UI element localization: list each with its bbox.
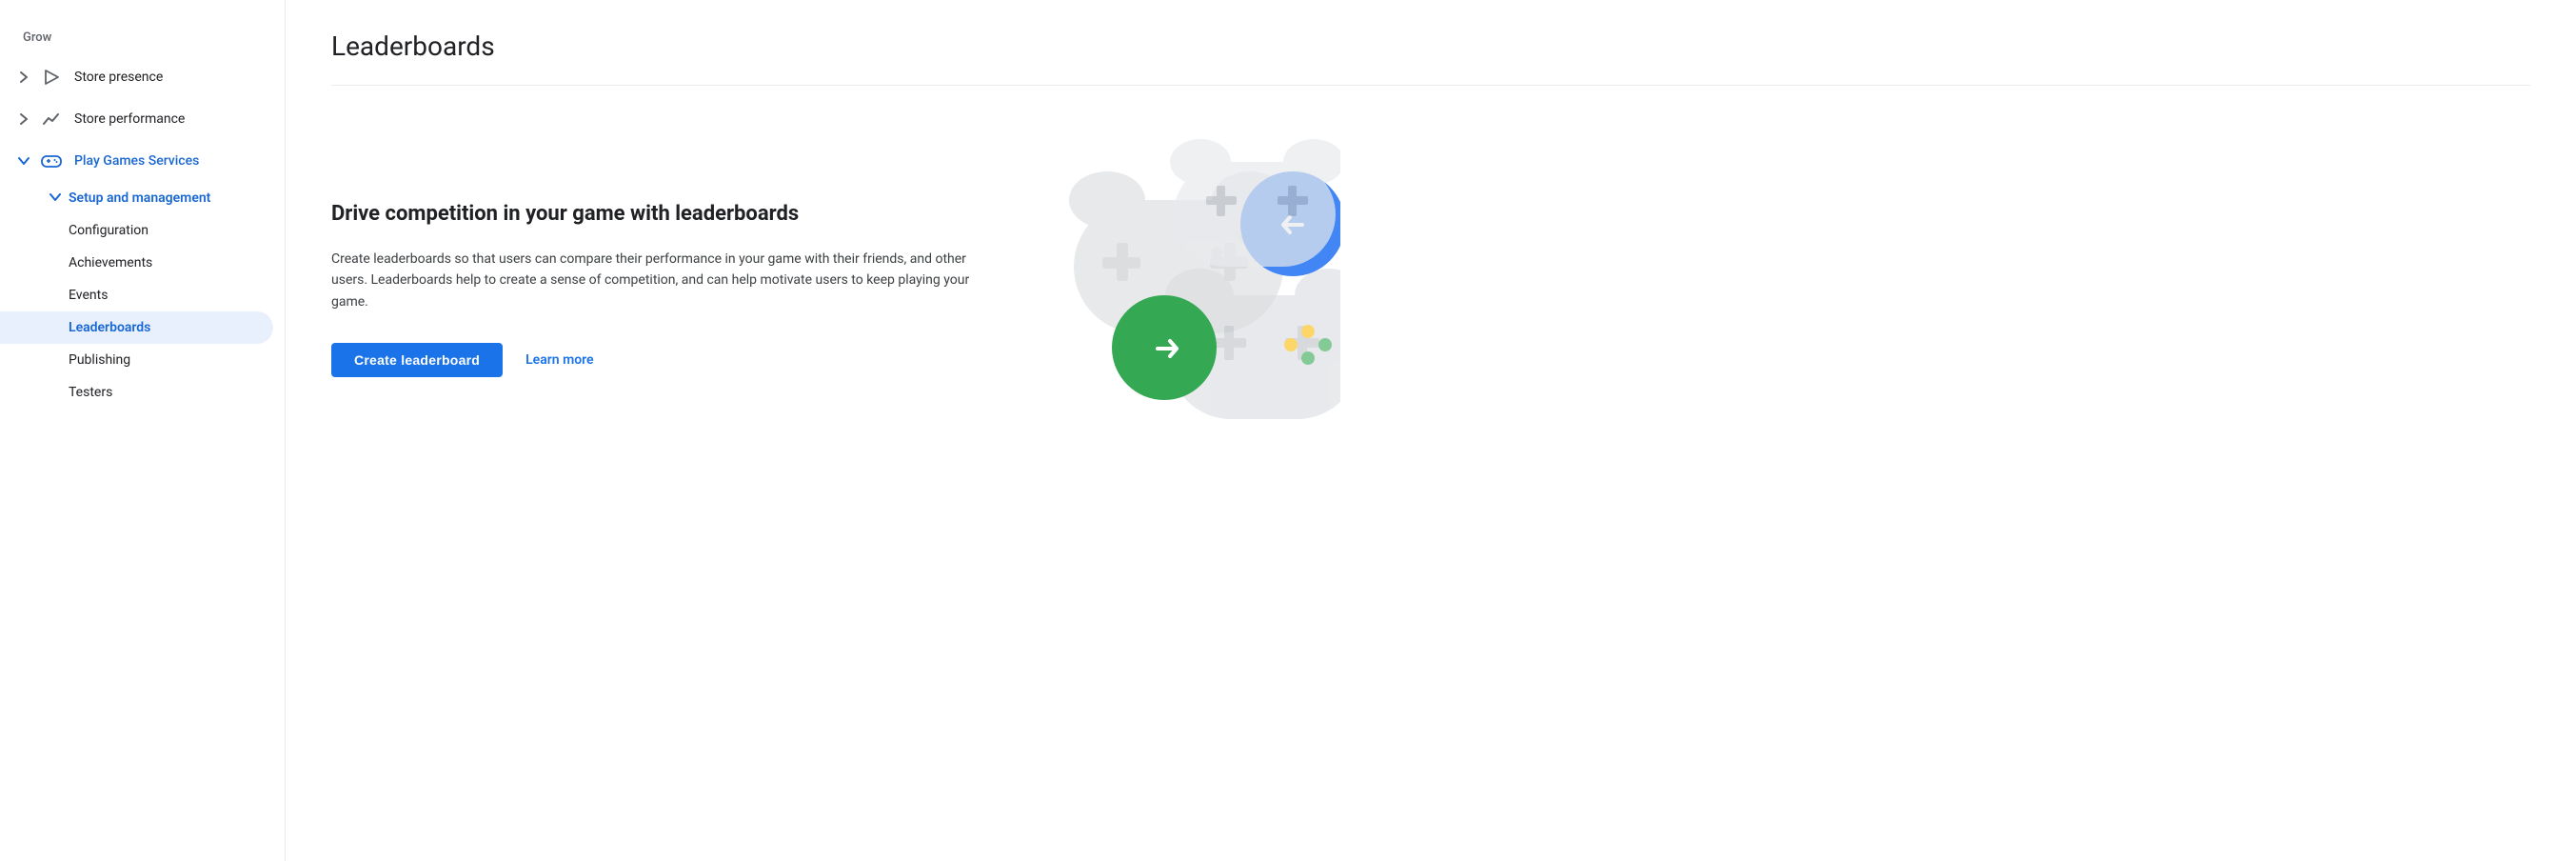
publishing-label: Publishing xyxy=(69,352,130,368)
page-title: Leaderboards xyxy=(331,30,2530,62)
configuration-label: Configuration xyxy=(69,223,149,238)
events-label: Events xyxy=(69,288,108,303)
sidebar-item-label-store-presence: Store presence xyxy=(74,70,163,85)
create-leaderboard-button[interactable]: Create leaderboard xyxy=(331,343,503,377)
sidebar-item-label-play-games: Play Games Services xyxy=(74,153,199,169)
sidebar-sub-sub-item-publishing[interactable]: Publishing xyxy=(0,344,273,376)
achievements-label: Achievements xyxy=(69,255,152,270)
testers-label: Testers xyxy=(69,385,112,400)
game-illustration xyxy=(1017,124,1340,448)
sidebar-sub-sub-item-configuration[interactable]: Configuration xyxy=(0,214,273,247)
illustration-svg xyxy=(1017,124,1340,448)
sidebar-sub-item-label: Setup and management xyxy=(69,190,210,206)
sidebar-section-label: Grow xyxy=(0,23,285,56)
sidebar-item-play-games-services[interactable]: Play Games Services xyxy=(0,140,273,182)
sidebar-sub-sub-item-events[interactable]: Events xyxy=(0,279,273,311)
text-section: Drive competition in your game with lead… xyxy=(331,124,979,377)
chevron-right-icon xyxy=(15,69,32,86)
play-triangle-icon xyxy=(40,66,63,89)
actions-bar: Create leaderboard Learn more xyxy=(331,343,979,377)
sidebar-item-label-store-performance: Store performance xyxy=(74,111,185,127)
section-heading: Drive competition in your game with lead… xyxy=(331,200,979,230)
sidebar-sub-item-setup-management[interactable]: Setup and management xyxy=(0,182,273,214)
sidebar-sub-sub-item-achievements[interactable]: Achievements xyxy=(0,247,273,279)
trend-icon xyxy=(40,108,63,130)
sidebar-item-store-performance[interactable]: Store performance xyxy=(0,98,273,140)
section-description: Create leaderboards so that users can co… xyxy=(331,249,979,312)
sidebar-sub-sub-item-testers[interactable]: Testers xyxy=(0,376,273,409)
sidebar-sub-sub-item-leaderboards[interactable]: Leaderboards xyxy=(0,311,273,344)
chevron-down-icon-setup xyxy=(50,190,61,206)
content-area: Drive competition in your game with lead… xyxy=(331,124,2530,448)
leaderboards-label: Leaderboards xyxy=(69,320,150,335)
chevron-down-icon xyxy=(15,152,32,170)
main-content: Leaderboards Drive competition in your g… xyxy=(286,0,2576,861)
gamepad-icon xyxy=(40,150,63,172)
sidebar: Grow Store presence Store performance xyxy=(0,0,286,861)
learn-more-link[interactable]: Learn more xyxy=(525,352,593,368)
sidebar-item-store-presence[interactable]: Store presence xyxy=(0,56,273,98)
page-divider xyxy=(331,85,2530,86)
chevron-right-icon-perf xyxy=(15,110,32,128)
